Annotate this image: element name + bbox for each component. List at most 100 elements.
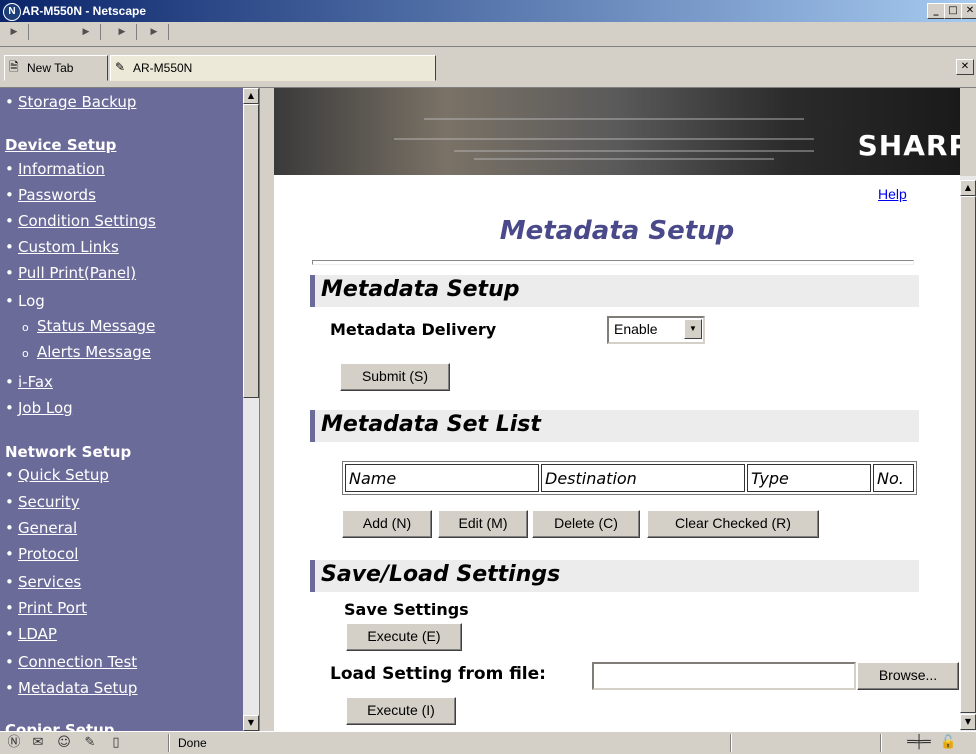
header-banner: SHARP [274,88,960,175]
close-tab-icon[interactable]: ✕ [956,59,974,75]
sidebar-scrollbar[interactable]: ▲ ▼ [243,88,259,731]
sidebar-item-custom-links[interactable]: Custom Links [18,238,119,256]
sidebar-item-ldap[interactable]: LDAP [18,625,57,643]
column-header-type: Type [747,464,871,492]
main-scrollbar[interactable]: ▲ ▼ [960,176,976,731]
section-heading-metadata-setup: Metadata Setup [310,275,919,307]
sidebar-heading-network-setup: Network Setup [5,443,132,461]
toolbar-expand-icon[interactable]: ▶ [0,24,29,40]
metadata-delivery-label: Metadata Delivery [330,320,497,339]
sidebar-item-i-fax[interactable]: i-Fax [18,373,53,391]
bullet: • [5,519,14,537]
sharp-logo: SHARP [857,129,960,162]
scroll-up-icon[interactable]: ▲ [243,88,259,104]
tab-label: AR-M550N [133,61,193,75]
save-settings-label: Save Settings [344,600,469,619]
bullet: • [5,466,14,484]
minimize-button[interactable]: _ [927,3,945,19]
select-value: Enable [614,321,658,337]
toolbar-expand-icon[interactable]: ▶ [72,24,101,40]
metadata-set-table: Name Destination Type No. [342,461,917,495]
clear-checked-button[interactable]: Clear Checked (R) [647,510,819,538]
add-button[interactable]: Add (N) [342,510,432,538]
sidebar-item-information[interactable]: Information [18,160,105,178]
bullet: • [5,679,14,697]
help-link[interactable]: Help [878,186,907,202]
tab-new-tab[interactable]: 🗎 New Tab [4,55,108,81]
separator [168,734,170,752]
toolbar-expand-icon[interactable]: ▶ [140,24,169,40]
bullet: • [5,160,14,178]
browse-button[interactable]: Browse... [857,662,959,690]
aim-icon[interactable]: ☺ [56,735,72,751]
sidebar-item-passwords[interactable]: Passwords [18,186,96,204]
sidebar-item-metadata-setup[interactable]: Metadata Setup [18,679,137,697]
section-heading-save-load: Save/Load Settings [310,560,919,592]
toolbar-expand-icon[interactable]: ▶ [108,24,137,40]
sidebar-item-pull-print[interactable]: Pull Print(Panel) [18,264,136,282]
scroll-thumb[interactable] [243,104,259,398]
separator [880,734,882,752]
sidebar-item-security[interactable]: Security [18,493,80,511]
bullet: • [5,599,14,617]
sidebar-item-connection-test[interactable]: Connection Test [18,653,137,671]
sidebar-item-quick-setup[interactable]: Quick Setup [18,466,109,484]
edit-button[interactable]: Edit (M) [438,510,528,538]
main-content: SHARP Help Metadata Setup Metadata Setup… [274,88,960,731]
online-status-icon: ═╪═ [907,735,931,750]
maximize-button[interactable]: □ [944,3,962,19]
sub-bullet: o [22,321,29,334]
tab-ar-m550n[interactable]: ✎ AR-M550N [110,55,436,81]
divider [312,260,914,265]
status-text: Done [178,736,207,750]
metadata-delivery-select[interactable]: Enable ▼ [607,316,705,344]
close-button[interactable]: ✕ [961,3,976,19]
sidebar-item-condition-settings[interactable]: Condition Settings [18,212,156,230]
section-title: Save/Load Settings [321,562,561,587]
bullet: • [5,292,14,310]
bullet: • [5,186,14,204]
netscape-icon[interactable]: Ⓝ [6,735,22,751]
bullet: • [5,493,14,511]
collapsed-toolbars: ▶ ▶ ▶ ▶ [0,22,976,47]
bullet: • [5,545,14,563]
sidebar-item-protocol[interactable]: Protocol [18,545,78,563]
security-lock-icon[interactable]: 🔓 [940,735,956,751]
mail-icon[interactable]: ✉ [30,735,46,751]
delete-button[interactable]: Delete (C) [532,510,640,538]
sidebar-item-print-port[interactable]: Print Port [18,599,87,617]
file-path-input[interactable] [592,662,856,690]
scroll-down-icon[interactable]: ▼ [960,714,976,730]
execute-save-button[interactable]: Execute (E) [346,623,462,651]
frame-separator[interactable] [259,88,274,731]
address-book-icon[interactable]: ▯ [108,735,124,751]
sidebar-item-status-message[interactable]: Status Message [37,317,155,335]
sidebar-item-general[interactable]: General [18,519,77,537]
bullet: • [5,238,14,256]
section-title: Metadata Setup [321,277,520,302]
bullet: • [5,93,14,111]
bullet: • [5,573,14,591]
sidebar-item-storage-backup[interactable]: Storage Backup [18,93,136,111]
sidebar-item-alerts-message[interactable]: Alerts Message [37,343,151,361]
scroll-down-icon[interactable]: ▼ [243,715,259,731]
tab-label: New Tab [27,61,74,75]
column-header-no: No. [873,464,914,492]
submit-button[interactable]: Submit (S) [340,363,450,391]
bullet: • [5,264,14,282]
sidebar-item-log: Log [18,292,45,310]
scroll-up-icon[interactable]: ▲ [960,180,976,196]
composer-icon[interactable]: ✎ [82,735,98,751]
sidebar-heading-copier-setup: Copier Setup [5,721,115,731]
execute-load-button[interactable]: Execute (I) [346,697,456,725]
section-heading-metadata-set-list: Metadata Set List [310,410,919,442]
tab-bar: 🗎 New Tab ✎ AR-M550N ✕ [0,47,976,88]
bullet: • [5,212,14,230]
scroll-thumb[interactable] [960,196,976,713]
sidebar-heading-device-setup[interactable]: Device Setup [5,136,116,154]
sidebar-item-services[interactable]: Services [18,573,81,591]
window-title: AR-M550N - Netscape [22,4,147,18]
sidebar-nav: • Storage Backup Device Setup • Informat… [0,88,243,731]
sidebar-item-job-log[interactable]: Job Log [18,399,73,417]
sub-bullet: o [22,347,29,360]
